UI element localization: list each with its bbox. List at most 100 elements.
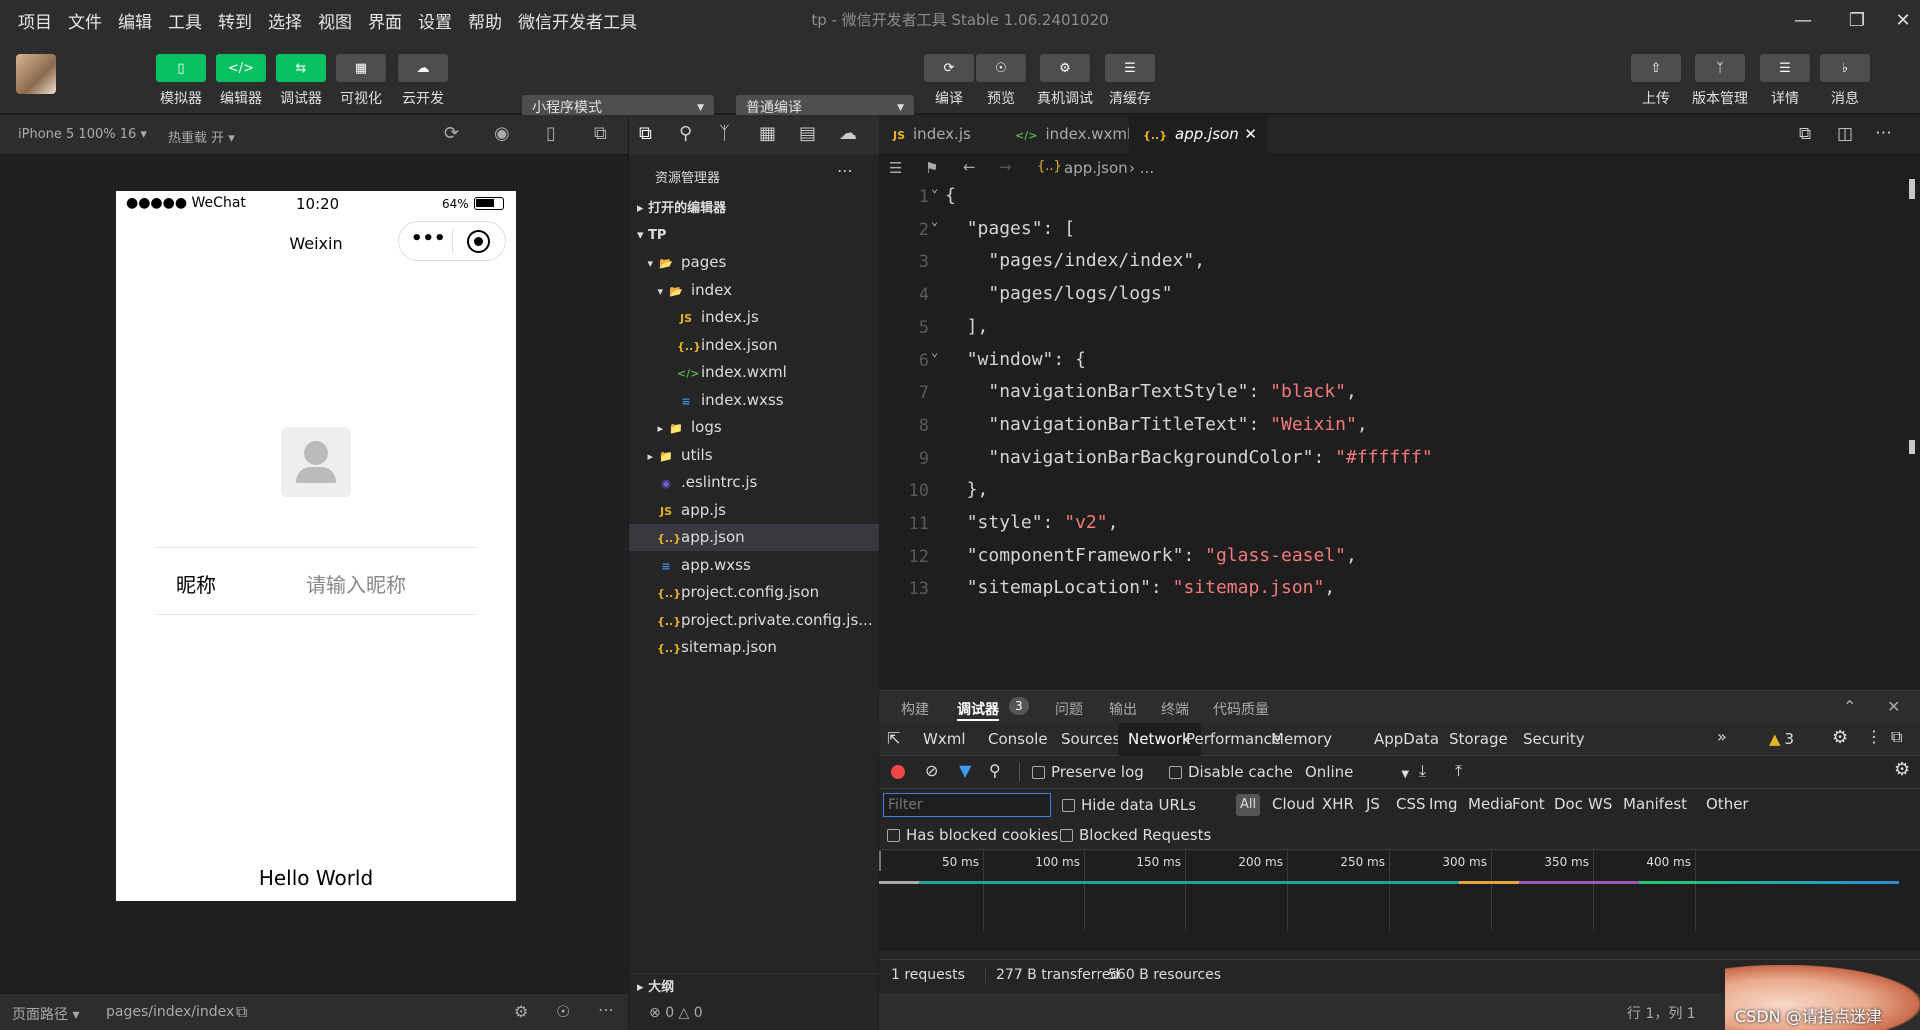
devtools-top-tab[interactable]: 输出 (1109, 699, 1137, 719)
menu-item[interactable]: 编辑 (118, 8, 152, 33)
bug-icon[interactable]: ⚙ (514, 1002, 528, 1021)
eye-icon[interactable]: ☉ (556, 1002, 570, 1021)
file-item[interactable]: </> index.wxml (629, 359, 879, 386)
devtools-top-tab[interactable]: 终端 (1161, 699, 1189, 719)
copy-icon[interactable]: ⧉ (236, 1002, 247, 1022)
type-filter[interactable]: All (1236, 794, 1261, 816)
file-item[interactable]: {..}sitemap.json (629, 634, 879, 661)
disable-cache-checkbox[interactable]: Disable cache (1169, 763, 1293, 781)
eye-button[interactable]: ☉ 预览 (976, 54, 1026, 108)
record-icon[interactable] (891, 765, 905, 779)
phone-button[interactable]: ▯ 模拟器 (156, 54, 206, 108)
detach-icon[interactable]: ⧉ (594, 123, 607, 144)
folder-item[interactable]: ▸ 📁 utils (629, 442, 879, 469)
avatar-placeholder[interactable] (281, 427, 351, 497)
blocked-cookies-checkbox[interactable]: Has blocked cookies (887, 826, 1058, 844)
devtools-tab[interactable]: Console (978, 723, 1058, 756)
editor-tab[interactable]: JS index.js (879, 115, 1001, 153)
cloud-icon[interactable]: ☁ (839, 123, 857, 144)
blocked-requests-checkbox[interactable]: Blocked Requests (1060, 826, 1211, 844)
devtools-tab[interactable]: Wxml (913, 723, 976, 756)
inspect-icon[interactable]: ⇱ (887, 729, 900, 748)
folder-item[interactable]: ▾ 📂 pages (629, 249, 879, 276)
back-icon[interactable]: ← (963, 158, 976, 176)
menu-item[interactable]: 设置 (418, 8, 452, 33)
debug-panel-icon[interactable]: ▤ (799, 123, 816, 144)
maximize-icon[interactable]: ❐ (1834, 0, 1880, 40)
collapse-icon[interactable]: ⌃ (1843, 697, 1856, 716)
menu-item[interactable]: 文件 (68, 8, 102, 33)
close-panel-icon[interactable]: ✕ (1887, 697, 1900, 716)
scrollbar[interactable] (1909, 179, 1915, 199)
devtools-top-tab[interactable]: 问题 (1055, 699, 1083, 719)
layout-button[interactable]: ▦ 可视化 (336, 54, 386, 108)
forward-icon[interactable]: → (999, 158, 1012, 176)
type-filter[interactable]: XHR (1322, 795, 1354, 813)
devtools-top-tab[interactable]: 调试器 (957, 699, 999, 721)
breadcrumb-file[interactable]: app.json (1064, 159, 1128, 177)
file-item[interactable]: {..}project.config.json (629, 579, 879, 606)
close-circle-icon[interactable] (467, 230, 490, 253)
file-item[interactable]: ≡ app.wxss (629, 552, 879, 579)
source-control-icon[interactable]: ᛉ (719, 123, 730, 144)
split-view-icon[interactable]: ⧉ (1799, 124, 1811, 144)
device-icon[interactable]: ▯ (546, 123, 556, 144)
hide-data-urls-checkbox[interactable]: Hide data URLs (1062, 796, 1196, 814)
clear-icon[interactable]: ⊘ (925, 761, 938, 780)
more-icon[interactable]: ⋯ (1875, 123, 1892, 143)
page-path-select[interactable]: 页面路径 ▾ (12, 1004, 79, 1024)
menu-item[interactable]: 界面 (368, 8, 402, 33)
menu-item[interactable]: 工具 (168, 8, 202, 33)
cursor-position[interactable]: 行 1，列 1 (1627, 1003, 1696, 1023)
filter-icon[interactable]: ▼ (959, 761, 971, 780)
fold-icon[interactable]: ⌄ (931, 185, 938, 195)
menu-item[interactable]: 视图 (318, 8, 352, 33)
type-filter[interactable]: Font (1512, 795, 1545, 813)
code-button[interactable]: </> 编辑器 (216, 54, 266, 108)
type-filter[interactable]: Cloud (1272, 795, 1315, 813)
bookmark-icon[interactable]: ⚑ (925, 159, 938, 177)
type-filter[interactable]: JS (1366, 795, 1380, 813)
list-icon[interactable]: ☰ (889, 159, 902, 177)
avatar[interactable] (16, 54, 56, 94)
folder-item[interactable]: ▸ 📁 logs (629, 414, 879, 441)
settings-icon[interactable]: ⚙ (1832, 727, 1848, 748)
menu-button[interactable]: ☰ 详情 (1760, 54, 1810, 108)
devtools-top-tab[interactable]: 构建 (901, 699, 929, 719)
file-item[interactable]: {..}project.private.config.js... (629, 607, 879, 634)
throttle-select[interactable]: Online ▼ (1305, 763, 1409, 781)
kebab-icon[interactable]: ⋮ (1866, 727, 1882, 746)
project-root[interactable]: ▾ TP (629, 222, 879, 249)
stop-icon[interactable]: ◉ (494, 123, 510, 144)
devtools-top-tab[interactable]: 代码质量 (1213, 699, 1269, 719)
fold-icon[interactable]: ⌄ (931, 214, 938, 228)
outline-section[interactable]: ▸ 大纲 (629, 973, 879, 1000)
file-item[interactable]: ≡ index.wxss (629, 387, 879, 414)
close-icon[interactable]: ✕ (1880, 0, 1920, 40)
bell-button[interactable]: ♭ 消息 (1820, 54, 1870, 108)
preserve-log-checkbox[interactable]: Preserve log (1032, 763, 1144, 781)
network-timeline[interactable]: 50 ms 100 ms 150 ms 200 ms 250 ms 300 ms 350 m… (879, 851, 1920, 951)
fold-icon[interactable]: ⌄ (931, 345, 938, 359)
devtools-tab[interactable]: Memory (1261, 723, 1342, 756)
editor-tab[interactable]: </> index.wxml (1001, 115, 1131, 153)
type-filter[interactable]: Media (1468, 795, 1513, 813)
menu-item[interactable]: 选择 (268, 8, 302, 33)
device-select[interactable]: iPhone 5 100% 16 ▾ (18, 127, 147, 142)
open-editors-section[interactable]: ▸ 打开的编辑器 (629, 195, 879, 222)
debug-button[interactable]: ⇆ 调试器 (276, 54, 326, 108)
more-tabs-icon[interactable]: » (1717, 727, 1727, 746)
hot-reload-toggle[interactable]: 热重载 开 ▾ (168, 127, 235, 146)
editor-tab[interactable]: {..} app.json ✕ (1129, 115, 1267, 153)
menu-item[interactable]: 帮助 (468, 8, 502, 33)
reload-icon[interactable]: ⟳ (444, 123, 459, 144)
devtools-tab[interactable]: AppData (1364, 723, 1449, 756)
explorer-more-icon[interactable]: ⋯ (837, 161, 853, 180)
type-filter[interactable]: CSS (1396, 795, 1426, 813)
network-settings-icon[interactable]: ⚙ (1894, 759, 1910, 780)
devtools-tab[interactable]: Security (1513, 723, 1595, 756)
type-filter[interactable]: Manifest (1623, 795, 1687, 813)
export-har-icon[interactable]: ⤒ (1455, 761, 1462, 781)
menu-item[interactable]: 转到 (218, 8, 252, 33)
capsule-menu[interactable]: ••• (398, 221, 506, 261)
